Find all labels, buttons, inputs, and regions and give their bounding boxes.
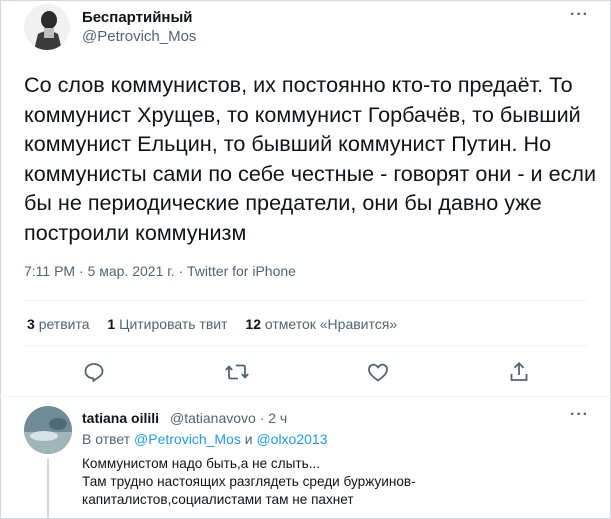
reply-text: Коммунистом надо быть,а не слыть... Там т… [82, 455, 592, 509]
reply-author-handle[interactable]: @tatianavovo · 2 ч [170, 410, 287, 426]
quotes-stat[interactable]: 1 Цитировать твит [107, 316, 227, 332]
reply-author-name[interactable]: tatiana oilili [82, 410, 159, 426]
meta-separator: · [79, 263, 84, 279]
tweet-meta: 7:11 PM · 5 мар. 2021 г. · Twitter for i… [24, 263, 296, 279]
quotes-count: 1 [107, 316, 116, 332]
tweet-text: Со слов коммунистов, их постоянно кто-то… [24, 72, 597, 245]
divider [0, 396, 611, 397]
likes-label: отметок «Нравится» [264, 316, 398, 332]
reply-to-link-1[interactable]: @Petrovich_Mos [134, 431, 241, 447]
retweets-count: 3 [27, 316, 35, 332]
author-avatar-image [24, 4, 70, 50]
share-icon[interactable] [507, 360, 533, 386]
reply-prefix: В ответ [82, 431, 131, 447]
meta-separator: · [178, 263, 184, 279]
likes-stat[interactable]: 12 отметок «Нравится» [245, 316, 397, 332]
divider [24, 345, 587, 346]
author-handle[interactable]: @Petrovich_Mos [82, 28, 196, 45]
reply-avatar-image [24, 406, 72, 454]
author-name[interactable]: Беспартийный [82, 9, 193, 26]
divider [24, 300, 587, 301]
reply-avatar[interactable] [24, 406, 72, 454]
tweet-stats: 3 ретвита 1 Цитировать твит 12 отметок «… [27, 316, 411, 332]
reply-and: и [244, 431, 253, 447]
tweet-time[interactable]: 7:11 PM [24, 263, 75, 279]
action-bar [0, 360, 611, 388]
likes-count: 12 [245, 316, 261, 332]
tweet-date[interactable]: 5 мар. 2021 г. [88, 263, 175, 279]
reply-more-options-icon[interactable]: ··· [570, 406, 589, 424]
more-options-icon[interactable]: ··· [570, 6, 589, 24]
author-avatar[interactable] [24, 4, 70, 50]
retweets-stat[interactable]: 3 ретвита [27, 316, 90, 332]
reply-to-link-2[interactable]: @olxo2013 [256, 431, 327, 447]
reply-icon[interactable] [82, 360, 108, 386]
retweets-label: ретвита [38, 316, 90, 332]
reply-text-line-1: Коммунистом надо быть,а не слыть... [82, 456, 321, 471]
reply-text-line-2: Там трудно настоящих разглядеть среди бу… [82, 474, 416, 507]
quotes-label: Цитировать твит [119, 316, 228, 332]
tweet-source[interactable]: Twitter for iPhone [187, 263, 296, 279]
like-icon[interactable] [366, 360, 392, 386]
reply-to-line: В ответ @Petrovich_Mos и @olxo2013 [82, 431, 328, 447]
retweet-icon[interactable] [224, 360, 250, 386]
thread-line [47, 458, 49, 519]
